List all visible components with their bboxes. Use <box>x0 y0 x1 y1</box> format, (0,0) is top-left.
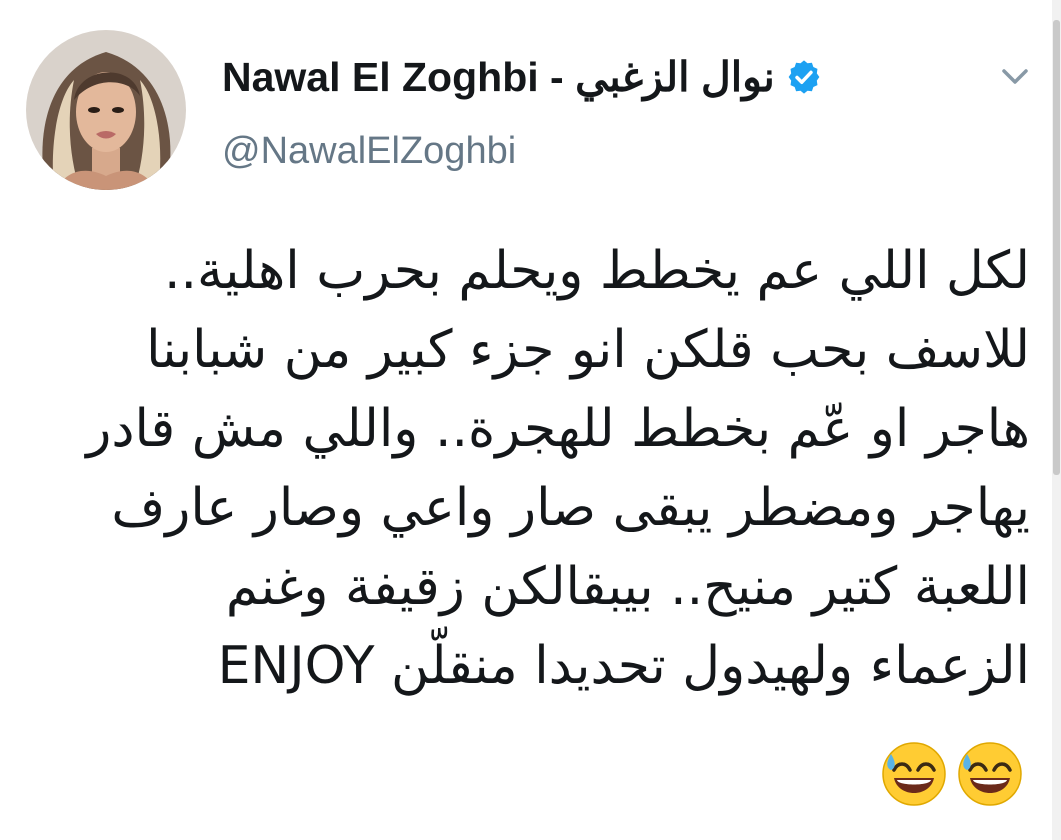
tweet-text-line: الزعماء ولهيدول تحديدا منقلّن ENJOY <box>217 636 1030 696</box>
verified-badge-icon <box>785 58 823 96</box>
tweet-text-line: يهاجر ومضطر يبقى صار واعي وصار عارف <box>111 478 1030 538</box>
tweet-text: لكل اللي عم يخطط ويحلم بحرب اهلية.. للاس… <box>30 232 1030 706</box>
author-name-row: Nawal El Zoghbi - نوال الزغبي <box>222 52 823 102</box>
user-handle[interactable]: @NawalElZoghbi <box>222 130 516 173</box>
display-name[interactable]: Nawal El Zoghbi - نوال الزغبي <box>222 53 775 101</box>
avatar[interactable] <box>26 30 186 190</box>
emoji-row <box>880 740 1024 808</box>
chevron-down-icon[interactable] <box>995 56 1035 96</box>
grinning-face-with-sweat-icon <box>882 742 946 806</box>
tweet-header: Nawal El Zoghbi - نوال الزغبي @NawalElZo… <box>0 0 1061 210</box>
avatar-image <box>26 30 186 190</box>
tweet-text-line: هاجر او عّم بخطط للهجرة.. واللي مش قادر <box>86 399 1030 459</box>
tweet-text-line: لكل اللي عم يخطط ويحلم بحرب اهلية.. <box>163 241 1030 301</box>
scrollbar-thumb[interactable] <box>1053 20 1060 475</box>
tweet-text-line: اللعبة كتير منيح.. بيبقالكن زقيفة وغنم <box>225 557 1030 617</box>
grinning-face-with-sweat-icon <box>958 742 1022 806</box>
tweet-text-line: للاسف بحب قلكن انو جزء كبير من شبابنا <box>146 320 1030 380</box>
